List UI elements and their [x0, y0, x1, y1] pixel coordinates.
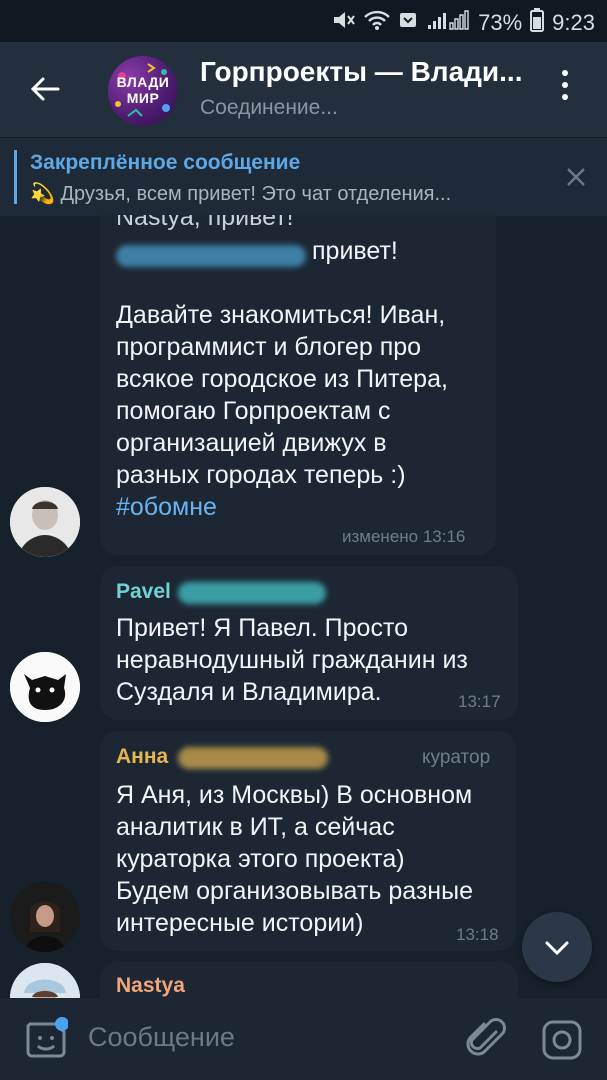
chat-title[interactable]: Горпроекты — Влади... [200, 56, 522, 88]
avatar[interactable] [10, 963, 80, 998]
message-input[interactable]: Сообщение [88, 1022, 235, 1053]
message-bubble[interactable]: Nastya, привет! привет! Давайте знакомит… [100, 215, 496, 555]
back-arrow-icon[interactable] [28, 68, 68, 108]
redacted-mention [116, 245, 306, 267]
message-list[interactable]: Nastya, привет! привет! Давайте знакомит… [0, 215, 607, 998]
signal-icon [426, 9, 470, 37]
chat-header: ВЛАДИ МИР Горпроекты — Влади... Соединен… [0, 42, 607, 137]
message-quoted-line: Nastya, привет! [116, 215, 294, 231]
sender-name[interactable]: Nastya [116, 974, 185, 998]
message-body: Давайте знакомиться! Иван, программист и… [116, 301, 448, 523]
group-avatar[interactable]: ВЛАДИ МИР [108, 56, 178, 126]
wifi-icon [364, 10, 390, 36]
message-body: Привет! Я Павел. Просто неравнодушный гр… [116, 614, 468, 706]
avatar[interactable] [10, 652, 80, 722]
message-time: 13:17 [458, 692, 501, 711]
message-bubble[interactable]: Pavel Привет! Я Павел. Просто неравнодуш… [100, 566, 518, 720]
attach-icon[interactable] [466, 1018, 506, 1067]
pinned-text: 💫 Друзья, всем привет! Это чат отделения… [30, 181, 451, 206]
chevron-down-icon [545, 941, 569, 956]
message-bubble[interactable]: Nastya [100, 962, 518, 998]
sender-name[interactable]: Анна [116, 745, 168, 769]
status-bar: 73% 9:23 [0, 0, 607, 42]
pinned-accent-bar [14, 150, 17, 204]
pinned-label: Закреплённое сообщение [30, 151, 301, 174]
avatar[interactable] [10, 882, 80, 952]
clock: 9:23 [552, 10, 595, 35]
redacted-surname [178, 747, 328, 769]
message-bubble[interactable]: Анна куратор Я Аня, из Москвы) В основно… [100, 731, 516, 951]
message-time: 13:18 [456, 925, 499, 944]
mute-icon [332, 10, 356, 36]
message-composer: Сообщение [0, 998, 607, 1080]
sender-name[interactable]: Pavel [116, 580, 171, 604]
battery-percent: 73% [478, 10, 523, 35]
pinned-preview: Друзья, всем привет! Это чат отделения..… [60, 183, 452, 205]
sticker-icon[interactable] [24, 1016, 69, 1060]
pinned-message[interactable]: Закреплённое сообщение 💫 Друзья, всем пр… [0, 137, 607, 216]
dizzy-emoji-icon: 💫 [30, 183, 55, 205]
close-pinned-icon[interactable] [565, 163, 587, 195]
group-avatar-label: ВЛАДИ МИР [116, 74, 170, 106]
role-badge: куратор [422, 747, 491, 768]
hashtag-link[interactable]: #обомне [116, 491, 448, 523]
more-menu-icon[interactable] [555, 70, 575, 110]
camera-icon[interactable] [540, 1018, 584, 1067]
redacted-surname [178, 582, 326, 604]
message-time: изменено 13:16 [342, 527, 466, 546]
message-body: Я Аня, из Москвы) В основном аналитик в … [116, 781, 473, 937]
avatar[interactable] [10, 487, 80, 557]
chat-status: Соединение... [200, 96, 338, 119]
notification-icon [398, 10, 418, 36]
message-mention-suffix: привет! [312, 237, 398, 265]
scroll-down-button[interactable] [522, 912, 592, 982]
battery-icon [530, 8, 545, 38]
